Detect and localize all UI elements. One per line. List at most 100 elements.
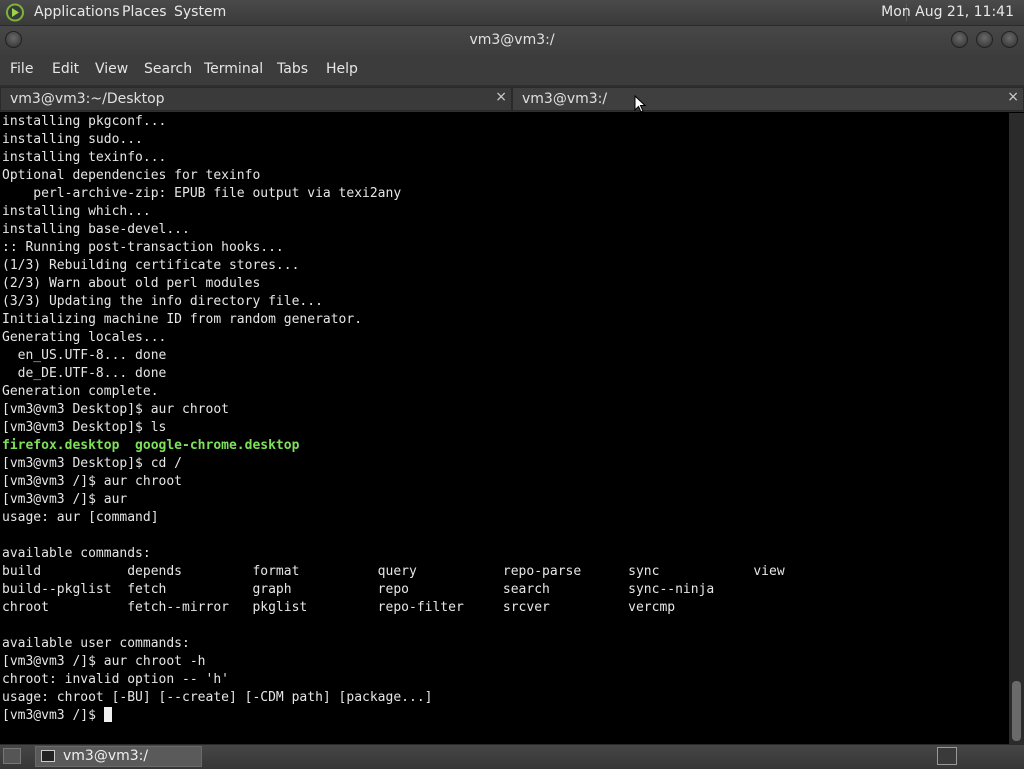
terminal-line-text: usage: aur [command] (2, 510, 159, 525)
terminal-line: Optional dependencies for texinfo (0, 167, 1009, 185)
terminal-line-text: installing sudo... (2, 132, 143, 147)
terminal-line: [vm3@vm3 /]$ aur chroot -h (0, 653, 1009, 671)
terminal-line-text: build depends format query repo-parse sy… (2, 564, 785, 579)
terminal-line: build depends format query repo-parse sy… (0, 563, 1009, 581)
menu-edit[interactable]: Edit (52, 61, 79, 77)
show-desktop-icon[interactable] (3, 748, 21, 764)
taskbar-item-terminal[interactable]: vm3@vm3:/ (35, 746, 202, 767)
terminal-line: (2/3) Warn about old perl modules (0, 275, 1009, 293)
terminal-line: installing base-devel... (0, 221, 1009, 239)
close-tab-icon[interactable]: × (1007, 89, 1019, 105)
terminal-line: installing texinfo... (0, 149, 1009, 167)
mouse-pointer-icon (634, 95, 646, 113)
bottom-panel: vm3@vm3:/ (0, 744, 1024, 769)
terminal-line-text: installing texinfo... (2, 150, 167, 165)
terminal-line: available user commands: (0, 635, 1009, 653)
terminal-line: [vm3@vm3 Desktop]$ aur chroot (0, 401, 1009, 419)
terminal-line: (3/3) Updating the info directory file..… (0, 293, 1009, 311)
menu-tabs[interactable]: Tabs (277, 61, 308, 77)
terminal-line-text: de_DE.UTF-8... done (2, 366, 167, 381)
terminal-line-text: usage: chroot [-BU] [--create] [-CDM pat… (2, 690, 433, 705)
terminal-line-text: Generating locales... (2, 330, 167, 345)
tab-label: vm3@vm3:/ (522, 91, 608, 107)
terminal-line-text: chroot fetch--mirror pkglist repo-filter… (2, 600, 676, 615)
menu-view[interactable]: View (95, 61, 128, 77)
terminal-line: usage: aur [command] (0, 509, 1009, 527)
terminal-line-text: [vm3@vm3 Desktop]$ aur chroot (2, 402, 229, 417)
tab-desktop[interactable]: vm3@vm3:~/Desktop × (0, 87, 512, 111)
terminal-line-text: [vm3@vm3 /]$ aur chroot (2, 474, 183, 489)
terminal-line: (1/3) Rebuilding certificate stores... (0, 257, 1009, 275)
clock[interactable]: Mon Aug 21, 11:41 (881, 4, 1014, 20)
terminal-line: available commands: (0, 545, 1009, 563)
terminal-line-text: (2/3) Warn about old perl modules (2, 276, 261, 291)
terminal-line: installing pkgconf... (0, 113, 1009, 131)
terminal-line: de_DE.UTF-8... done (0, 365, 1009, 383)
terminal-line-text: perl-archive-zip: EPUB file output via t… (2, 186, 402, 201)
terminal-line: [vm3@vm3 /]$ aur chroot (0, 473, 1009, 491)
terminal-line-text: Initializing machine ID from random gene… (2, 312, 363, 327)
terminal-scrollbar[interactable] (1009, 113, 1024, 744)
terminal-line-text: chroot: invalid option -- 'h' (2, 672, 229, 687)
terminal-line: installing sudo... (0, 131, 1009, 149)
terminal-line-text: Generation complete. (2, 384, 159, 399)
terminal-line: Generation complete. (0, 383, 1009, 401)
terminal-line-text: installing which... (2, 204, 151, 219)
terminal-line-text: [vm3@vm3 /]$ aur chroot -h (2, 654, 206, 669)
tab-label: vm3@vm3:~/Desktop (10, 91, 165, 107)
terminal-line: en_US.UTF-8... done (0, 347, 1009, 365)
terminal-line-text: (3/3) Updating the info directory file..… (2, 294, 323, 309)
terminal-line: firefox.desktop google-chrome.desktop (0, 437, 1009, 455)
maximize-button[interactable] (976, 31, 993, 48)
tab-root[interactable]: vm3@vm3:/ × (512, 87, 1024, 111)
menu-help[interactable]: Help (326, 61, 358, 77)
terminal-line: chroot fetch--mirror pkglist repo-filter… (0, 599, 1009, 617)
terminal-line-text: [vm3@vm3 Desktop]$ ls (2, 420, 167, 435)
close-window-button[interactable] (1001, 31, 1018, 48)
terminal-line: [vm3@vm3 /]$ (0, 707, 1009, 725)
terminal-line-text: available user commands: (2, 636, 190, 651)
menu-file[interactable]: File (10, 61, 33, 77)
minimize-button[interactable] (951, 31, 968, 48)
terminal-line: Generating locales... (0, 329, 1009, 347)
terminal-line: :: Running post-transaction hooks... (0, 239, 1009, 257)
window-titlebar[interactable]: vm3@vm3:/ (0, 26, 1024, 55)
system-menu[interactable]: System (174, 4, 226, 20)
menu-terminal[interactable]: Terminal (204, 61, 263, 77)
terminal-line-text: [vm3@vm3 /]$ aur (2, 492, 128, 507)
terminal-icon (41, 750, 55, 762)
terminal-line: chroot: invalid option -- 'h' (0, 671, 1009, 689)
taskbar-item-label: vm3@vm3:/ (63, 748, 149, 764)
menu-search[interactable]: Search (144, 61, 192, 77)
terminal-line-text: (1/3) Rebuilding certificate stores... (2, 258, 300, 273)
terminal-output[interactable]: installing pkgconf... installing sudo... i… (0, 113, 1009, 744)
terminal-line: usage: chroot [-BU] [--create] [-CDM pat… (0, 689, 1009, 707)
terminal-line-text: available commands: (2, 546, 151, 561)
applications-menu[interactable]: Applications (34, 4, 120, 20)
distro-logo-icon[interactable] (5, 3, 25, 22)
terminal-line: Initializing machine ID from random gene… (0, 311, 1009, 329)
terminal-line-text: installing base-devel... (2, 222, 190, 237)
terminal-line-text: Optional dependencies for texinfo (2, 168, 261, 183)
workspace-switcher-icon[interactable] (937, 747, 957, 765)
terminal-line-text: installing pkgconf... (2, 114, 167, 129)
terminal-line-text: [vm3@vm3 Desktop]$ cd / (2, 456, 183, 471)
terminal-line: [vm3@vm3 Desktop]$ ls (0, 419, 1009, 437)
top-panel: Applications Places System Mon Aug 21, 1… (0, 0, 1024, 26)
terminal-line-text: build--pkglist fetch graph repo search s… (2, 582, 715, 597)
terminal-line-text: :: Running post-transaction hooks... (2, 240, 284, 255)
menubar: File Edit View Search Terminal Tabs Help (0, 55, 1024, 85)
terminal-line: installing which... (0, 203, 1009, 221)
terminal-line-text: en_US.UTF-8... done (2, 348, 167, 363)
terminal-line: [vm3@vm3 /]$ aur (0, 491, 1009, 509)
scrollbar-thumb[interactable] (1012, 681, 1021, 741)
places-menu[interactable]: Places (122, 4, 167, 20)
text-cursor (103, 707, 112, 722)
close-tab-icon[interactable]: × (495, 89, 507, 105)
terminal-line: [vm3@vm3 Desktop]$ cd / (0, 455, 1009, 473)
window-title: vm3@vm3:/ (469, 32, 555, 48)
terminal-line: perl-archive-zip: EPUB file output via t… (0, 185, 1009, 203)
terminal-line: build--pkglist fetch graph repo search s… (0, 581, 1009, 599)
